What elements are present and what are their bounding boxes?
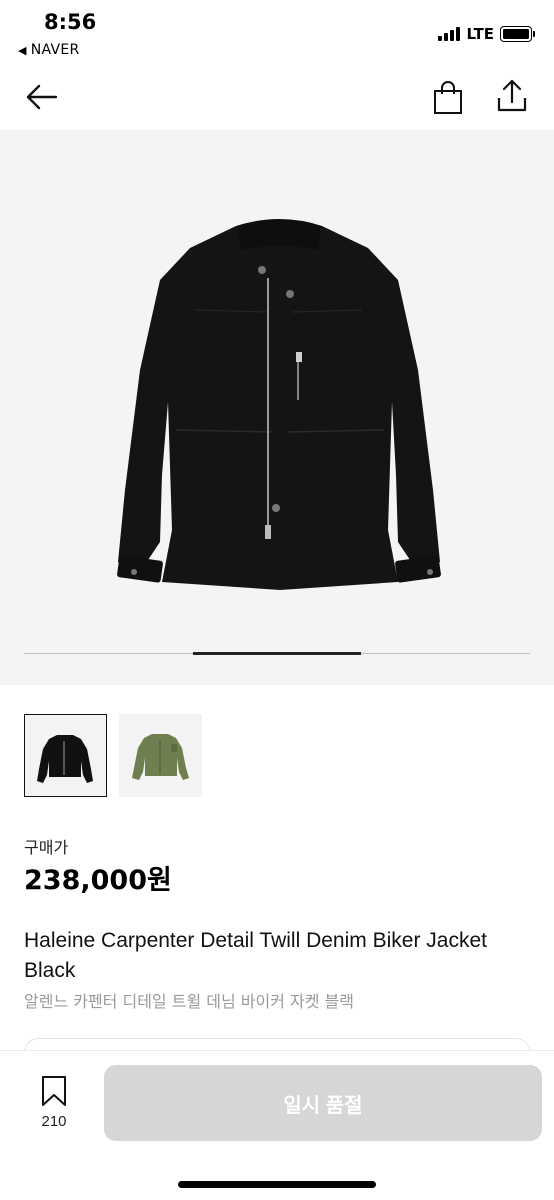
status-indicators: LTE bbox=[438, 24, 535, 44]
gallery-progress-track bbox=[24, 652, 530, 655]
share-button[interactable] bbox=[492, 76, 532, 116]
product-title-korean: 알렌느 카펜터 디테일 트윌 데님 바이커 자켓 블랙 bbox=[24, 992, 355, 1011]
khaki-jacket-thumbnail-image bbox=[132, 734, 189, 780]
share-icon bbox=[497, 79, 527, 112]
product-image-gallery[interactable] bbox=[0, 130, 554, 685]
shopping-bag-icon bbox=[434, 81, 462, 114]
price-value: 238,000원 bbox=[24, 865, 172, 896]
signal-icon bbox=[438, 27, 461, 41]
gallery-progress-indicator bbox=[193, 652, 361, 655]
bookmark-icon bbox=[42, 1076, 66, 1106]
network-label: LTE bbox=[466, 25, 494, 43]
cart-button[interactable] bbox=[428, 78, 468, 118]
price-label: 구매가 bbox=[24, 838, 69, 857]
black-jacket-thumbnail-image bbox=[37, 735, 93, 783]
back-button[interactable] bbox=[22, 78, 62, 118]
bookmark-count: 210 bbox=[41, 1113, 67, 1130]
status-time: 8:56 bbox=[44, 10, 97, 34]
status-bar: 8:56 ◀ NAVER LTE bbox=[0, 0, 554, 64]
back-triangle-icon: ◀ bbox=[18, 44, 27, 57]
thumbnail-black[interactable] bbox=[24, 714, 107, 797]
sold-out-button[interactable]: 일시 품절 bbox=[104, 1065, 542, 1141]
battery-icon bbox=[500, 26, 535, 42]
product-title: Haleine Carpenter Detail Twill Denim Bik… bbox=[24, 929, 487, 982]
arrow-left-icon bbox=[26, 84, 58, 110]
thumbnail-khaki[interactable] bbox=[119, 714, 202, 797]
back-to-app-link[interactable]: ◀ NAVER bbox=[18, 42, 80, 58]
bookmark-button[interactable]: 210 bbox=[36, 1075, 72, 1135]
color-thumbnails bbox=[24, 714, 202, 797]
home-indicator bbox=[178, 1181, 376, 1188]
bottom-action-bar: 210 일시 품절 bbox=[0, 1050, 554, 1200]
jacket-image bbox=[117, 219, 441, 590]
back-app-label: NAVER bbox=[30, 42, 80, 58]
top-nav bbox=[0, 70, 554, 126]
